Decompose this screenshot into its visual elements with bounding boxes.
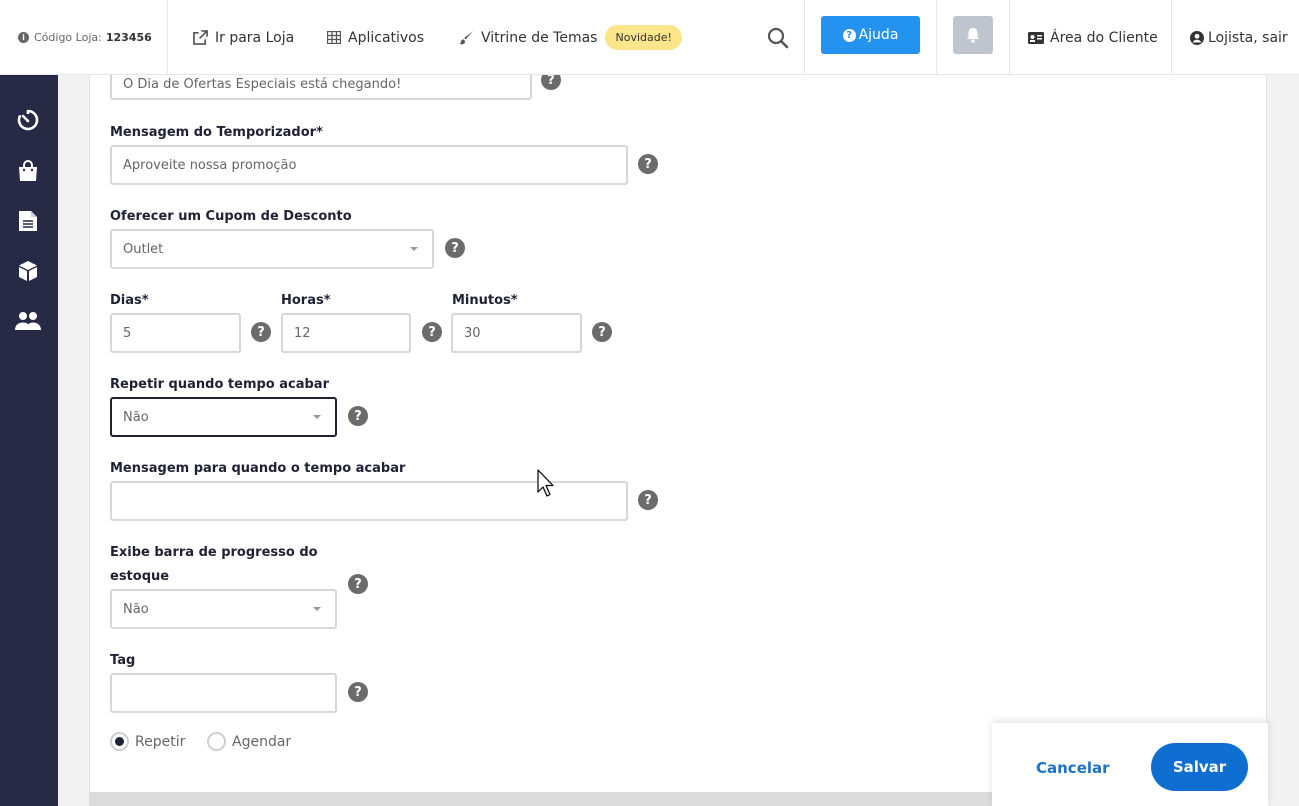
form-card: O Dia de Ofertas Especiais está chegando… [89,58,1267,792]
days-value: 5 [123,325,132,341]
shopping-bag-icon[interactable] [15,158,41,184]
help-icon[interactable]: ? [348,682,368,702]
progress-label: Exibe barra de progresso do [110,545,318,560]
radio-unchecked-icon [207,732,226,751]
progress-select[interactable]: Não [110,589,337,629]
radio-checked-icon [110,732,129,751]
days-input[interactable]: 5 [110,313,241,353]
title-input-value: O Dia de Ofertas Especiais está chegando… [123,76,402,92]
minutes-input[interactable]: 30 [451,313,582,353]
store-code-label: Código Loja: [34,30,102,44]
help-icon[interactable]: ? [638,490,658,510]
themes-label: Vitrine de Temas [481,29,598,46]
help-icon[interactable]: ? [638,154,658,174]
help-icon[interactable]: ? [251,322,271,342]
themes-link[interactable]: Vitrine de Temas Novidade! [459,0,682,75]
help-button[interactable]: ? Ajuda [821,16,920,54]
help-icon[interactable]: ? [422,322,442,342]
apps-link[interactable]: Aplicativos [327,0,424,75]
divider [1171,0,1172,75]
tag-input[interactable] [110,673,337,713]
cancel-button[interactable]: Cancelar [1036,759,1110,777]
coupon-label: Oferecer um Cupom de Desconto [110,209,352,224]
go-to-store-link[interactable]: Ir para Loja [193,0,294,75]
hours-label: Horas* [281,293,331,308]
minutes-label: Minutos* [452,293,518,308]
chevron-down-icon [313,607,321,611]
search-button[interactable] [752,0,805,75]
timer-message-value: Aproveite nossa promoção [123,157,297,173]
minutes-value: 30 [464,325,481,341]
box-icon[interactable] [15,258,41,284]
logout-link[interactable]: Lojista, sair [1190,0,1288,75]
radio-schedule[interactable]: Agendar [207,732,291,751]
help-icon[interactable]: ? [348,406,368,426]
timer-icon[interactable] [15,107,41,133]
help-icon[interactable]: ? [592,322,612,342]
coupon-value: Outlet [123,241,164,257]
bell-icon [967,28,979,43]
chevron-down-icon [410,247,418,251]
store-code-value: 123456 [105,30,152,44]
mouse-cursor-icon [537,469,554,497]
days-label: Dias* [110,293,149,308]
repeat-select[interactable]: Não [110,397,337,437]
divider [1009,0,1010,75]
news-badge: Novidade! [605,25,682,50]
coupon-select[interactable]: Outlet [110,229,434,269]
progress-value: Não [123,601,149,617]
client-area-label: Área do Cliente [1050,29,1158,46]
tag-label: Tag [110,653,136,668]
grid-icon [327,31,341,44]
repeat-label: Repetir quando tempo acabar [110,377,329,392]
hours-input[interactable]: 12 [281,313,411,353]
notifications-button[interactable] [953,16,993,54]
hours-value: 12 [294,325,311,341]
help-icon[interactable]: ? [348,574,368,594]
client-area-link[interactable]: Área do Cliente [1028,0,1158,75]
timer-message-label: Mensagem do Temporizador* [110,125,323,140]
document-icon[interactable] [15,208,41,234]
repeat-value: Não [123,409,149,425]
progress-label-line2: estoque [110,569,170,584]
logout-label: Lojista, sair [1208,29,1288,46]
save-button[interactable]: Salvar [1151,743,1248,791]
radio-repeat[interactable]: Repetir [110,732,185,751]
radio-schedule-label: Agendar [232,733,292,750]
end-message-label: Mensagem para quando o tempo acabar [110,461,406,476]
brush-icon [459,30,474,45]
sidebar [0,75,58,806]
info-icon: i [18,31,29,43]
id-card-icon [1028,31,1044,44]
radio-repeat-label: Repetir [135,733,186,750]
users-icon[interactable] [15,308,41,334]
timer-message-input[interactable]: Aproveite nossa promoção [110,145,628,185]
external-link-icon [193,30,208,45]
apps-label: Aplicativos [348,29,425,46]
top-bar: i Código Loja: 123456 Ir para Loja Aplic… [0,0,1299,75]
store-code: i Código Loja: 123456 [0,0,168,75]
user-circle-icon [1190,30,1204,45]
chevron-down-icon [313,415,321,419]
search-icon [767,27,789,48]
divider [936,0,937,75]
go-to-store-label: Ir para Loja [215,29,295,46]
help-icon[interactable]: ? [445,238,465,258]
action-bar: Cancelar Salvar [992,723,1268,806]
question-icon: ? [842,28,856,42]
help-label: Ajuda [858,27,899,43]
